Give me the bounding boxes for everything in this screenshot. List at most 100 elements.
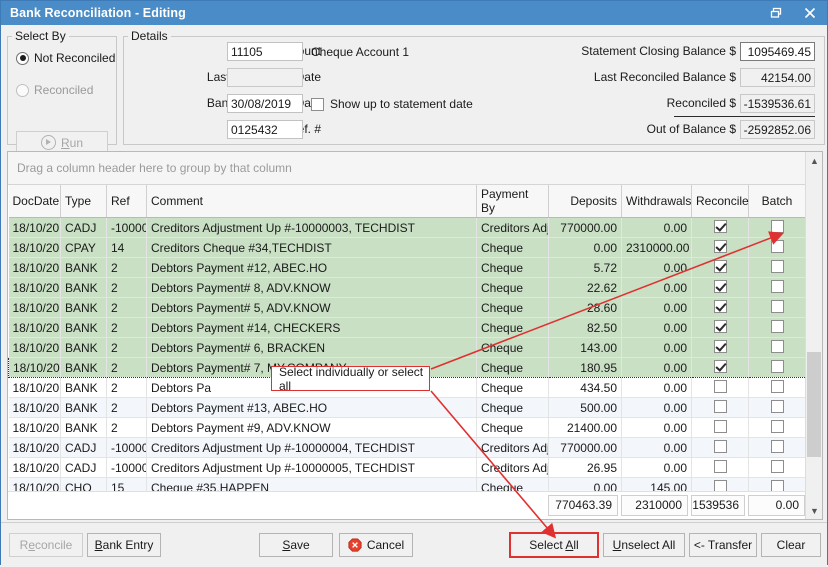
statement-closing-balance-field[interactable]: 1095469.45 <box>740 42 815 61</box>
batch-checkbox-icon[interactable] <box>771 380 784 393</box>
table-row[interactable]: 18/10/2019BANK2Debtors Payment #9, ADV.K… <box>9 418 806 438</box>
reconcile-checkbox-icon[interactable] <box>714 460 727 473</box>
cell-batch-checkbox[interactable] <box>749 258 806 278</box>
table-row[interactable]: 18/10/2019BANK2Debtors Payment #12, ABEC… <box>9 258 806 278</box>
close-icon[interactable] <box>793 1 827 25</box>
cell-reconcile-checkbox[interactable] <box>692 278 749 298</box>
grid-vertical-scrollbar[interactable]: ▲ ▼ <box>805 152 822 519</box>
cell-batch-checkbox[interactable] <box>749 298 806 318</box>
col-header-deposits[interactable]: Deposits <box>549 185 622 218</box>
table-row[interactable]: 18/10/2019CADJ-10000005Creditors Adjustm… <box>9 458 806 478</box>
batch-checkbox-icon[interactable] <box>771 300 784 313</box>
reconcile-checkbox-icon[interactable] <box>714 240 727 253</box>
bank-statement-date-field[interactable]: 30/08/2019 <box>227 94 303 113</box>
batch-checkbox-icon[interactable] <box>771 460 784 473</box>
cell-reconcile-checkbox[interactable] <box>692 298 749 318</box>
cell-batch-checkbox[interactable] <box>749 438 806 458</box>
unselect-all-button[interactable]: Unselect All <box>603 533 685 557</box>
scroll-up-arrow-icon[interactable]: ▲ <box>806 152 823 169</box>
group-by-panel[interactable]: Drag a column header here to group by th… <box>8 152 822 185</box>
reconcile-checkbox-icon[interactable] <box>714 340 727 353</box>
batch-checkbox-icon[interactable] <box>771 440 784 453</box>
cell-reconcile-checkbox[interactable] <box>692 338 749 358</box>
reconcile-checkbox-icon[interactable] <box>714 320 727 333</box>
reconcile-checkbox-icon[interactable] <box>714 260 727 273</box>
radio-not-reconciled-icon[interactable] <box>16 52 29 65</box>
clear-button[interactable]: Clear <box>761 533 821 557</box>
transfer-button[interactable]: <- Transfer <box>689 533 757 557</box>
cell-payment_by: Cheque <box>477 238 549 258</box>
show-up-to-checkbox-icon[interactable] <box>311 98 324 111</box>
cell-batch-checkbox[interactable] <box>749 238 806 258</box>
col-header-withdrawals[interactable]: Withdrawals <box>622 185 692 218</box>
restore-icon[interactable] <box>759 1 793 25</box>
col-header-comment[interactable]: Comment <box>147 185 477 218</box>
table-row[interactable]: 18/10/2019BANK2Debtors Payment# 6, BRACK… <box>9 338 806 358</box>
last-reconciled-date-field[interactable] <box>227 68 303 87</box>
radio-not-reconciled[interactable]: Not Reconciled <box>16 51 116 65</box>
reconcile-checkbox-icon[interactable] <box>714 280 727 293</box>
batch-checkbox-icon[interactable] <box>771 400 784 413</box>
col-header-ref[interactable]: Ref <box>107 185 147 218</box>
reconcile-checkbox-icon[interactable] <box>714 220 727 233</box>
cell-reconcile-checkbox[interactable] <box>692 458 749 478</box>
cell-reconcile-checkbox[interactable] <box>692 238 749 258</box>
cell-reconcile-checkbox[interactable] <box>692 358 749 378</box>
reconcile-checkbox-icon[interactable] <box>714 440 727 453</box>
table-row[interactable]: 18/10/2019BANK2Debtors Payment# 5, ADV.K… <box>9 298 806 318</box>
batch-checkbox-icon[interactable] <box>771 280 784 293</box>
reconcile-button[interactable]: Reconcile <box>9 533 83 557</box>
table-row[interactable]: 18/10/2019BANK2Debtors Payment #13, ABEC… <box>9 398 806 418</box>
scroll-down-arrow-icon[interactable]: ▼ <box>806 502 823 519</box>
batch-checkbox-icon[interactable] <box>771 240 784 253</box>
cell-batch-checkbox[interactable] <box>749 458 806 478</box>
cell-reconcile-checkbox[interactable] <box>692 318 749 338</box>
cell-batch-checkbox[interactable] <box>749 338 806 358</box>
reconcile-checkbox-icon[interactable] <box>714 420 727 433</box>
batch-checkbox-icon[interactable] <box>771 420 784 433</box>
cell-deposits: 143.00 <box>549 338 622 358</box>
reconcile-checkbox-icon[interactable] <box>714 300 727 313</box>
batch-checkbox-icon[interactable] <box>771 320 784 333</box>
cell-reconcile-checkbox[interactable] <box>692 258 749 278</box>
col-header-reconcile[interactable]: Reconcile <box>692 185 749 218</box>
cell-batch-checkbox[interactable] <box>749 278 806 298</box>
cell-batch-checkbox[interactable] <box>749 418 806 438</box>
cell-batch-checkbox[interactable] <box>749 218 806 238</box>
cell-batch-checkbox[interactable] <box>749 398 806 418</box>
cell-reconcile-checkbox[interactable] <box>692 218 749 238</box>
radio-reconciled-icon[interactable] <box>16 84 29 97</box>
cell-reconcile-checkbox[interactable] <box>692 378 749 398</box>
cell-batch-checkbox[interactable] <box>749 358 806 378</box>
batch-checkbox-icon[interactable] <box>771 220 784 233</box>
radio-reconciled[interactable]: Reconciled <box>16 83 116 97</box>
bank-entry-button[interactable]: Bank Entry <box>87 533 161 557</box>
table-row[interactable]: 18/10/2019CPAY14Creditors Cheque #34,TEC… <box>9 238 806 258</box>
col-header-docdate[interactable]: DocDate <box>9 185 61 218</box>
scrollbar-thumb[interactable] <box>807 352 821 457</box>
reconcile-checkbox-icon[interactable] <box>714 400 727 413</box>
save-button[interactable]: Save <box>259 533 333 557</box>
show-up-to-statement-date-checkbox[interactable]: Show up to statement date <box>311 97 473 111</box>
statement-ref-field[interactable]: 0125432 <box>227 120 303 139</box>
col-header-payment-by[interactable]: Payment By <box>477 185 549 218</box>
batch-checkbox-icon[interactable] <box>771 360 784 373</box>
cell-reconcile-checkbox[interactable] <box>692 418 749 438</box>
reconcile-checkbox-icon[interactable] <box>714 360 727 373</box>
col-header-batch[interactable]: Batch <box>749 185 806 218</box>
cell-batch-checkbox[interactable] <box>749 378 806 398</box>
cancel-button[interactable]: Cancel <box>339 533 413 557</box>
table-row[interactable]: 18/10/2019BANK2Debtors Payment #14, CHEC… <box>9 318 806 338</box>
table-row[interactable]: 18/10/2019CADJ-10000004Creditors Adjustm… <box>9 438 806 458</box>
cell-reconcile-checkbox[interactable] <box>692 438 749 458</box>
col-header-type[interactable]: Type <box>61 185 107 218</box>
cell-ref: -10000004 <box>107 438 147 458</box>
table-row[interactable]: 18/10/2019CADJ-10000003Creditors Adjustm… <box>9 218 806 238</box>
batch-checkbox-icon[interactable] <box>771 260 784 273</box>
table-row[interactable]: 18/10/2019BANK2Debtors Payment# 8, ADV.K… <box>9 278 806 298</box>
account-field[interactable]: 11105 <box>227 42 303 61</box>
batch-checkbox-icon[interactable] <box>771 340 784 353</box>
cell-batch-checkbox[interactable] <box>749 318 806 338</box>
reconcile-checkbox-icon[interactable] <box>714 380 727 393</box>
cell-reconcile-checkbox[interactable] <box>692 398 749 418</box>
